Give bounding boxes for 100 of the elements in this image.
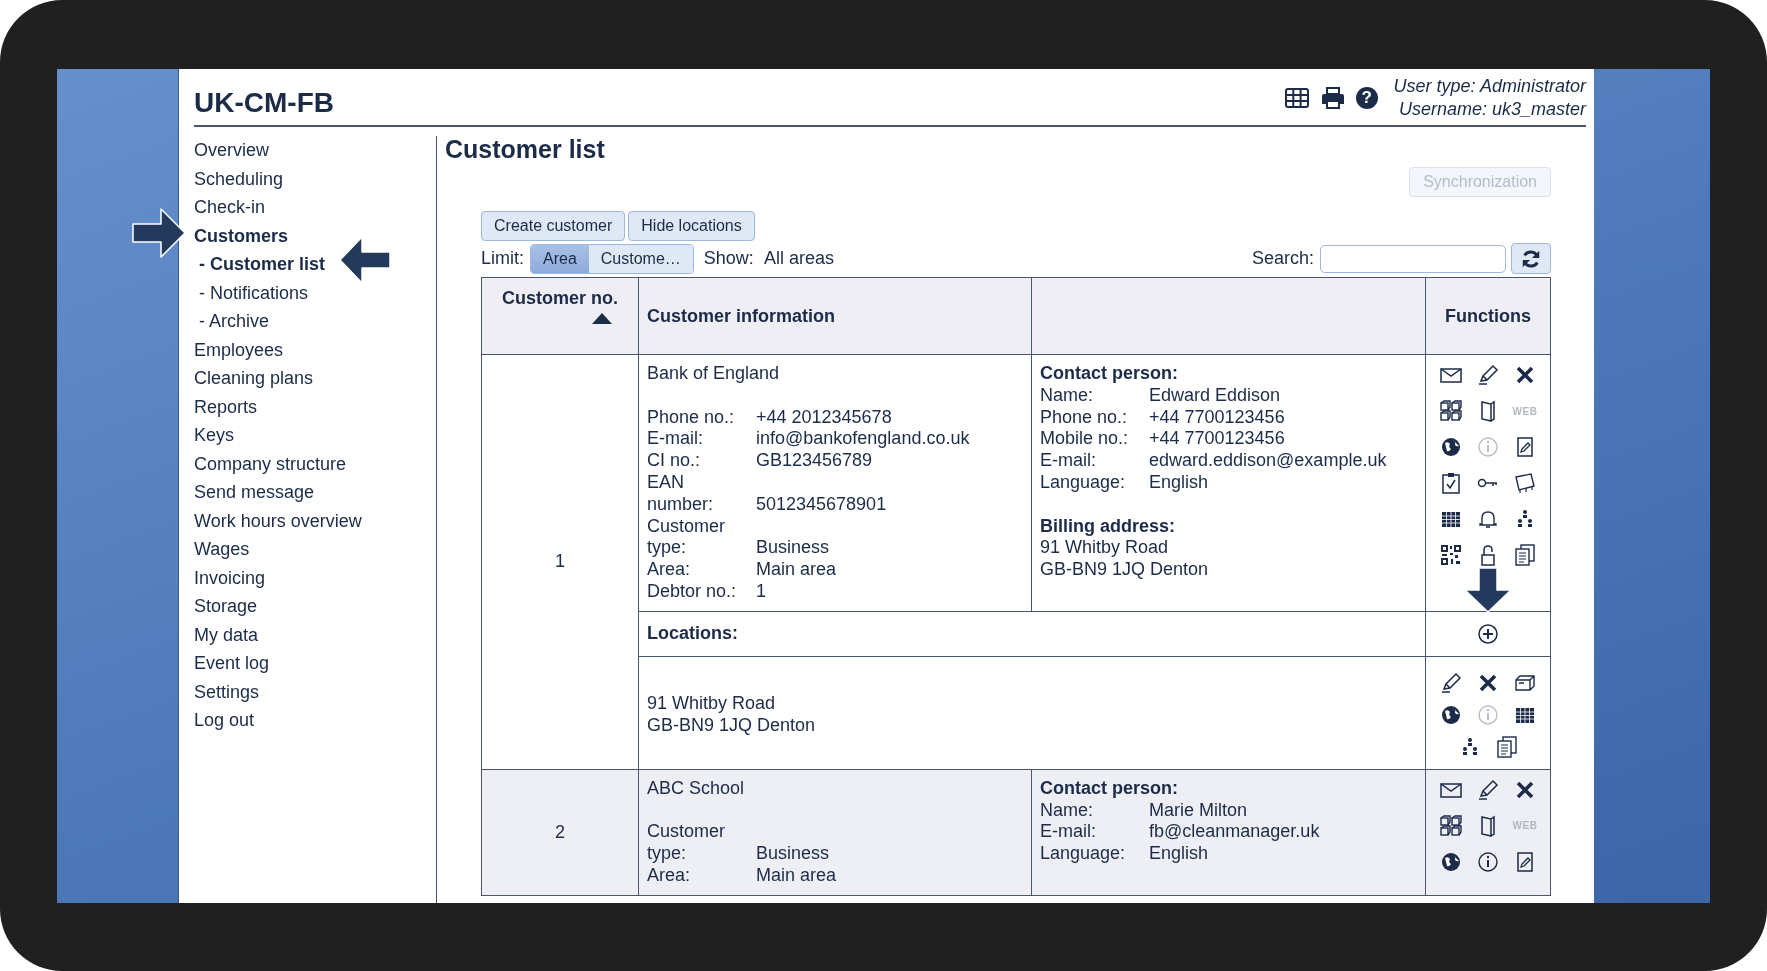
page-title: Customer list: [445, 134, 606, 165]
field-value: 5012345678901: [756, 493, 888, 516]
field-value: English: [1149, 843, 1210, 865]
table-icon[interactable]: [1283, 86, 1310, 110]
customer-number: 1: [555, 551, 565, 573]
show-label: Show:: [703, 248, 754, 269]
field-value: edward.eddison@example.uk: [1149, 450, 1388, 472]
field-label: Debtor no.:: [647, 580, 738, 603]
field-value: Main area: [756, 559, 838, 581]
field-value: info@bankofengland.co.uk: [756, 428, 971, 451]
field-label: Name:: [1040, 384, 1094, 407]
sidebar-item[interactable]: Employees: [194, 335, 436, 364]
locations-heading: Locations:: [646, 623, 738, 644]
sidebar-item[interactable]: Reports: [194, 392, 436, 421]
toolbar-button[interactable]: Hide locations: [628, 211, 755, 241]
sort-ascending-icon[interactable]: [592, 313, 612, 324]
sidebar-item[interactable]: Wages: [194, 535, 436, 564]
sidebar-item[interactable]: Send message: [194, 478, 436, 507]
limit-option[interactable]: Area: [531, 244, 589, 273]
sidebar-item[interactable]: Event log: [194, 649, 436, 678]
field-label: E-mail:: [1040, 450, 1097, 472]
sidebar-item[interactable]: Log out: [194, 706, 436, 735]
sidebar-item[interactable]: My data: [194, 620, 436, 649]
documents-icon[interactable]: [1494, 734, 1519, 759]
address-line: GB-BN9 1JQ Denton: [1040, 559, 1210, 581]
field-value: +44 2012345678: [756, 406, 893, 429]
address-line: GB-BN9 1JQ Denton: [647, 714, 817, 737]
field-label: Area:: [647, 864, 692, 887]
field-value: +44 7700123456: [1149, 406, 1286, 429]
field-value: English: [1149, 472, 1210, 494]
sidebar-item[interactable]: Settings: [194, 677, 436, 706]
sidebar-item[interactable]: Cleaning plans: [194, 364, 436, 393]
customer-number: 2: [555, 821, 565, 843]
sidebar-item[interactable]: Customers: [194, 221, 436, 250]
field-value: Business: [756, 843, 831, 865]
section-heading: Contact person:: [1040, 363, 1179, 385]
field-value: Business: [756, 537, 831, 560]
qr-icon[interactable]: [1439, 543, 1463, 567]
field-label: Area:: [647, 559, 692, 581]
map-icon[interactable]: [1513, 471, 1537, 495]
sidebar-item[interactable]: Keys: [194, 421, 436, 450]
sidebar-item[interactable]: Check-in: [194, 193, 436, 222]
add-icon[interactable]: [1476, 621, 1500, 646]
field-value: GB123456789: [756, 450, 874, 472]
column-header[interactable]: Customer no.: [502, 288, 618, 309]
field-label: Language:: [1040, 843, 1127, 865]
search-field[interactable]: [1320, 244, 1506, 273]
sidebar-item[interactable]: Storage: [194, 592, 436, 621]
boxes-icon[interactable]: [1439, 813, 1463, 838]
field-label: EAN number:: [647, 472, 715, 516]
refresh-button[interactable]: [1511, 243, 1551, 274]
pencil-icon[interactable]: [1476, 777, 1500, 802]
sidebar-item[interactable]: Invoicing: [194, 563, 436, 592]
field-value: Edward Eddison: [1149, 384, 1282, 407]
app-title: UK-CM-FB: [194, 87, 334, 120]
refresh-icon: [1520, 247, 1542, 270]
help-icon[interactable]: ?: [1355, 87, 1378, 109]
field-label: Customer type:: [647, 821, 727, 865]
field-value: fb@cleanmanager.uk: [1149, 821, 1321, 844]
field-value: Main area: [756, 864, 838, 887]
user-type: User type: Administrator: [1393, 75, 1586, 98]
section-heading: Billing address:: [1040, 515, 1177, 538]
toolbar-button[interactable]: Create customer: [481, 211, 626, 241]
globe-icon[interactable]: [1439, 435, 1463, 459]
address-line: 91 Whitby Road: [1040, 537, 1170, 560]
sidebar-item[interactable]: - Customer list: [194, 250, 436, 279]
clipboard-icon[interactable]: [1439, 471, 1463, 495]
customer-name: ABC School: [647, 777, 746, 800]
sidebar-item[interactable]: - Notifications: [194, 278, 436, 307]
field-value: 1: [756, 580, 767, 603]
printer-icon[interactable]: [1319, 86, 1346, 110]
documents-icon[interactable]: [1513, 543, 1537, 567]
search-label: Search:: [1251, 248, 1314, 269]
show-value: All areas: [763, 248, 834, 269]
sidebar-item[interactable]: Scheduling: [194, 164, 436, 193]
field-label: Customer type:: [647, 515, 727, 560]
pencil-icon[interactable]: [1439, 670, 1463, 695]
boxes-icon[interactable]: [1439, 399, 1463, 423]
field-label: CI no.:: [647, 450, 702, 472]
limit-option[interactable]: Custome…: [588, 244, 693, 273]
column-header[interactable]: Functions: [1445, 305, 1531, 327]
username: Username: uk3_master: [1398, 98, 1586, 121]
field-value: +44 7700123456: [1149, 428, 1286, 451]
field-value: Marie Milton: [1149, 799, 1249, 822]
customer-name: Bank of England: [647, 363, 781, 385]
sidebar-item[interactable]: - Archive: [194, 307, 436, 336]
sidebar-item[interactable]: Company structure: [194, 449, 436, 478]
field-label: Phone no.:: [1040, 406, 1129, 429]
field-label: Mobile no.:: [1040, 428, 1130, 451]
limit-label: Limit:: [481, 248, 524, 269]
field-label: Language:: [1040, 472, 1127, 494]
info-icon[interactable]: [1476, 849, 1500, 874]
field-label: Name:: [1040, 799, 1094, 822]
sidebar-item[interactable]: Overview: [194, 136, 436, 165]
field-label: E-mail:: [1040, 821, 1097, 844]
sidebar-item[interactable]: Work hours overview: [194, 506, 436, 535]
field-label: Phone no.:: [647, 406, 736, 429]
column-header[interactable]: Customer information: [647, 305, 835, 327]
pencil-icon[interactable]: [1476, 363, 1500, 387]
section-heading: Contact person:: [1040, 777, 1179, 800]
